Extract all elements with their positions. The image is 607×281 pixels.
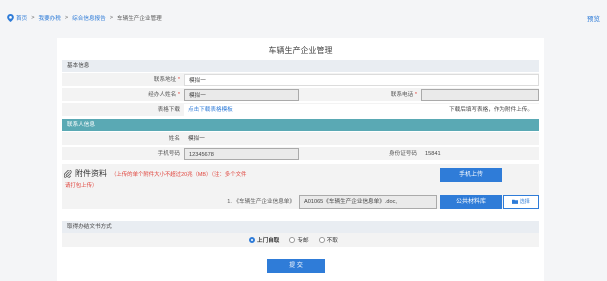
breadcrumb: 首页 > 我要办税 > 综合信息报告 > 车辆生产企业管理 xyxy=(7,13,162,22)
submit-button[interactable]: 提 交 xyxy=(267,259,325,273)
delivery-option-pickup[interactable]: 上门自取 xyxy=(249,236,279,244)
handler-name-label: 经办人姓名 * xyxy=(148,92,180,98)
id-label: 身份证号码 xyxy=(389,151,417,157)
delivery-option-mail[interactable]: 专邮 xyxy=(289,236,309,244)
attachment-item-label: 1. 《车辆生产企业信息单》 xyxy=(227,199,295,205)
public-library-button[interactable]: 公共材料库 xyxy=(440,195,502,209)
download-template-link[interactable]: 点击下载表格模板 xyxy=(188,107,233,113)
breadcrumb-current: 车辆生产企业管理 xyxy=(117,15,162,22)
mobile-upload-button[interactable]: 手机上传 xyxy=(440,168,502,182)
breadcrumb-home[interactable]: 首页 xyxy=(16,14,27,22)
phone-input[interactable] xyxy=(421,89,539,101)
choose-file-button[interactable]: 选择 xyxy=(503,195,539,209)
id-value: 15841 xyxy=(421,148,539,160)
contact-info-header: 联系人信息 xyxy=(62,119,539,131)
mobile-row: 手机号码 12345678 身份证号码 15841 xyxy=(62,147,539,161)
radio-checked-icon[interactable] xyxy=(249,237,255,243)
mobile-input[interactable]: 12345678 xyxy=(184,148,299,160)
location-pin-icon xyxy=(7,13,14,22)
attachments-note-2: 请打包上传） xyxy=(65,183,98,189)
name-label: 姓名 xyxy=(168,136,180,142)
form-panel: 车辆生产企业管理 基本信息 联系地址 * 模拟一 经办人姓名 * 模拟一 联系电… xyxy=(57,38,544,281)
form-download-cell: 点击下载表格模板 xyxy=(184,104,299,116)
name-value: 模拟一 xyxy=(184,133,539,145)
breadcrumb-separator: > xyxy=(31,14,35,21)
breadcrumb-tax[interactable]: 我要办税 xyxy=(38,14,60,22)
basic-info-header: 基本信息 xyxy=(62,60,539,72)
download-hint: 下载后填写表格，作为附件上传。 xyxy=(299,104,539,116)
preview-link[interactable]: 预览 xyxy=(587,13,600,23)
handler-name-input[interactable]: 模拟一 xyxy=(184,89,299,101)
handler-row: 经办人姓名 * 模拟一 联系电话 * xyxy=(62,88,539,102)
delivery-option-label: 上门自取 xyxy=(257,238,280,244)
attachments-title: 附件资料 xyxy=(75,169,107,178)
page-title: 车辆生产企业管理 xyxy=(268,46,333,55)
form-download-label: 表格下载 xyxy=(157,107,180,113)
delivery-option-none[interactable]: 不取 xyxy=(318,236,338,244)
paperclip-icon xyxy=(64,169,72,178)
contact-address-input[interactable]: 模拟一 xyxy=(184,74,539,86)
contact-address-row: 联系地址 * 模拟一 xyxy=(62,73,539,87)
attachment-item-row: 1. 《车辆生产企业信息单》 A01065《车辆生产企业信息单》.doc, 公共… xyxy=(62,194,539,210)
attachments-note: （上传的单个附件大小不超过20兆（MB）（注：多个文件 xyxy=(111,171,247,178)
radio-icon[interactable] xyxy=(289,237,296,243)
choose-file-label: 选择 xyxy=(519,199,530,205)
contact-address-label: 联系地址 * xyxy=(153,77,180,83)
delivery-option-label: 专邮 xyxy=(297,238,309,244)
delivery-option-label: 不取 xyxy=(326,238,338,244)
phone-label: 联系电话 * xyxy=(390,92,417,98)
delivery-row: 上门自取 专邮 不取 xyxy=(62,233,539,247)
breadcrumb-report[interactable]: 综合信息报告 xyxy=(72,14,106,22)
form-download-row: 表格下载 点击下载表格模板 下载后填写表格，作为附件上传。 xyxy=(62,103,539,117)
attachment-file-input[interactable]: A01065《车辆生产企业信息单》.doc, xyxy=(299,195,437,209)
delivery-header: 取得办结文书方式 xyxy=(62,221,539,233)
breadcrumb-separator: > xyxy=(109,14,114,21)
name-row: 姓名 模拟一 xyxy=(62,132,539,146)
folder-icon xyxy=(512,199,519,205)
radio-icon[interactable] xyxy=(318,237,325,243)
breadcrumb-separator: > xyxy=(64,14,69,21)
mobile-label: 手机号码 xyxy=(157,151,180,157)
